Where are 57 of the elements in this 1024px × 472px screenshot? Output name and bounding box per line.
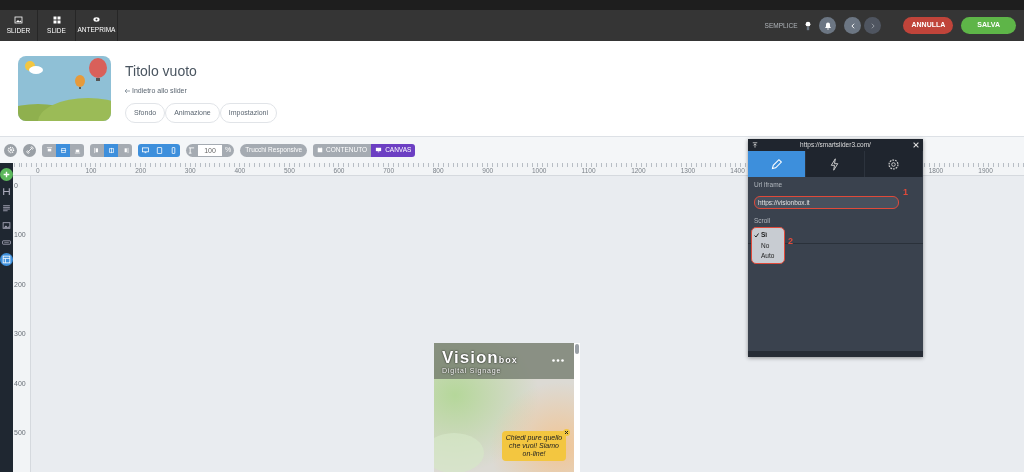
device-button[interactable] [152,143,166,157]
plus-icon [2,170,11,179]
lightbulb-icon [805,20,812,31]
gear-icon [6,146,15,154]
align-center-icon [107,146,115,154]
scrollbar[interactable] [574,342,580,472]
chevron-left-icon [850,22,856,29]
link-icon [25,146,34,154]
slide-title: Titolo vuoto [125,62,198,81]
align-button[interactable] [42,143,56,157]
bell-icon [824,21,832,30]
settings-button[interactable] [4,143,17,157]
align-button[interactable] [56,143,70,157]
align-left-icon [93,146,101,154]
image-icon [2,221,11,230]
panel-tab[interactable] [748,151,807,177]
heading-icon [2,187,11,196]
align-button[interactable] [90,143,104,157]
annotation-number: 1 [903,186,908,199]
next-button[interactable] [864,17,882,34]
resize-icon [188,146,195,154]
desktop-icon [141,146,149,154]
logo-text: Visionbox [442,348,518,366]
check-icon [754,232,759,238]
pin-icon [752,142,758,148]
tool-button[interactable] [0,253,13,266]
button-shape-icon [2,238,11,247]
device-button[interactable] [138,143,152,157]
align-button[interactable] [104,143,118,157]
align-middle-icon [59,146,67,154]
monitor-icon [375,147,383,153]
gear-icon [886,157,900,171]
previous-button[interactable] [844,17,862,34]
arrow-left-icon [125,89,130,94]
layout-icon [2,255,11,264]
align-top-icon [45,146,53,154]
chevron-right-icon [870,22,876,29]
more-icon[interactable] [552,358,564,362]
image-icon [14,15,23,24]
pencil-icon [770,157,784,171]
grid-icon [52,15,61,24]
add-button[interactable] [0,168,13,181]
text-lines-icon [2,204,11,213]
annotation-number: 2 [788,235,793,248]
tablet-icon [155,146,163,154]
notification-button[interactable] [819,17,837,34]
link-button[interactable] [23,143,36,157]
close-icon[interactable] [913,142,919,148]
close-icon[interactable] [563,428,570,436]
mobile-icon [169,146,177,154]
lightning-icon [828,157,842,171]
tool-button[interactable] [0,185,13,198]
device-button[interactable] [166,143,180,157]
eye-icon [92,16,101,24]
align-button[interactable] [70,143,84,157]
calendar-icon [317,147,324,153]
align-button[interactable] [118,143,132,157]
